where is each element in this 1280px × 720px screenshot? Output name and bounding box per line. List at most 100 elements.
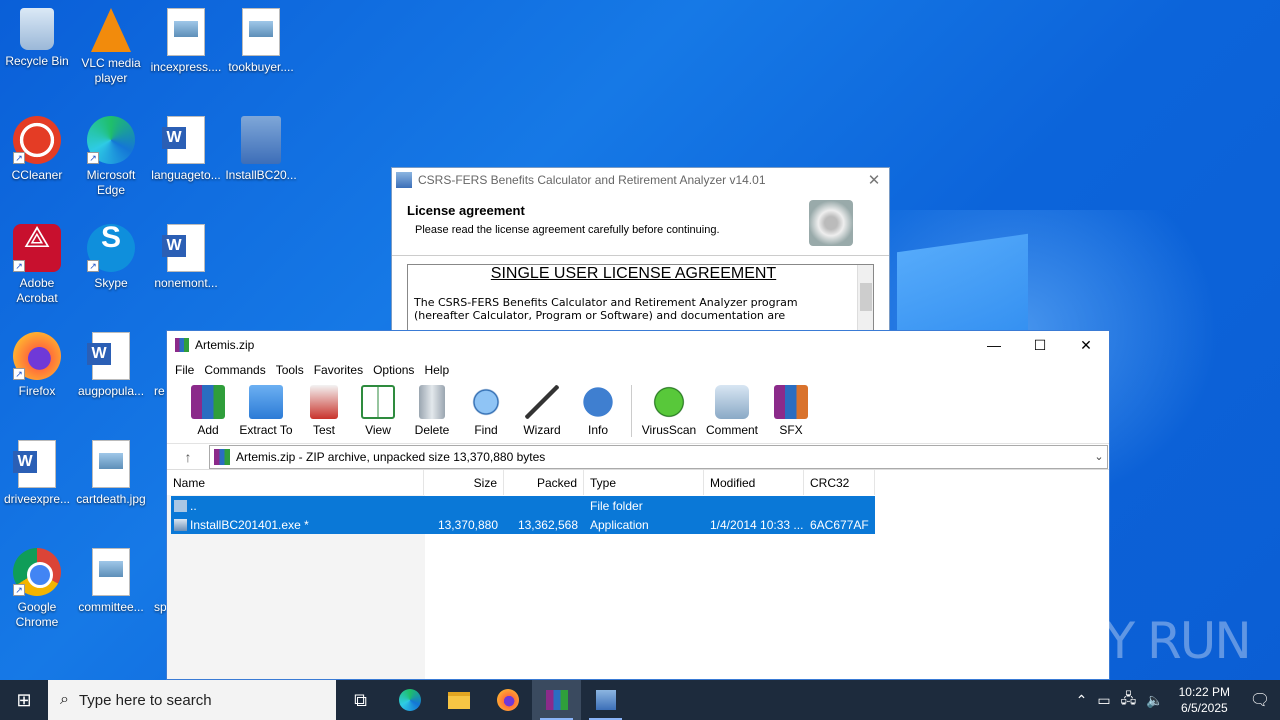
toolbar-label: Wizard	[523, 423, 561, 437]
taskbar: ⊞ ⌕ Type here to search ⧉ ⌃ ▭ 🖧 🔈 10:22 …	[0, 680, 1280, 720]
desktop-icon-acrobat[interactable]: ↗ Adobe Acrobat	[0, 224, 75, 306]
comment-icon	[715, 385, 749, 419]
menu-commands[interactable]: Commands	[199, 363, 270, 377]
menu-file[interactable]: File	[170, 363, 199, 377]
toolbar-label: Find	[474, 423, 498, 437]
column-crc32[interactable]: CRC32	[804, 470, 875, 495]
taskbar-clock[interactable]: 10:22 PM 6/5/2025	[1169, 684, 1240, 716]
file-list: Name Size Packed Type Modified CRC32 .. …	[167, 470, 1109, 679]
network-icon[interactable]: 🖧	[1116, 688, 1142, 712]
winrar-titlebar[interactable]: Artemis.zip — ☐ ✕	[167, 331, 1109, 359]
desktop-icon-augpopula[interactable]: augpopula...	[73, 332, 149, 399]
menu-help[interactable]: Help	[419, 363, 454, 377]
desktop-icon-re[interactable]: re	[148, 332, 166, 399]
desktop-icon-label: Google Chrome	[15, 600, 59, 629]
sfx-button[interactable]: SFX	[764, 385, 818, 443]
desktop-icon-chrome[interactable]: ↗ Google Chrome	[0, 548, 75, 630]
desktop-icon-nonemont[interactable]: nonemont...	[148, 224, 224, 291]
desktop-icon-edge[interactable]: ↗ Microsoft Edge	[73, 116, 149, 198]
desktop-icon-ccleaner[interactable]: ↗ CCleaner	[0, 116, 75, 183]
view-button[interactable]: View	[351, 385, 405, 443]
info-button[interactable]: Info	[571, 385, 625, 443]
volume-icon[interactable]: 🔈	[1141, 692, 1168, 709]
setup-subheading: Please read the license agreement carefu…	[415, 224, 720, 236]
desktop-icon-sp[interactable]: sp	[148, 548, 166, 615]
desktop-icon-label: re	[154, 384, 165, 398]
divider	[392, 255, 889, 256]
desktop-icon-recycle-bin[interactable]: Recycle Bin	[0, 8, 75, 69]
extract-to-button[interactable]: Extract To	[235, 385, 297, 443]
column-size[interactable]: Size	[424, 470, 504, 495]
desktop-icon-label: VLC media player	[81, 56, 141, 85]
chevron-up-icon[interactable]: ⌃	[1071, 692, 1093, 709]
desktop-icon-languageto[interactable]: languageto...	[148, 116, 224, 183]
desktop-icon-firefox[interactable]: ↗ Firefox	[0, 332, 75, 399]
add-button[interactable]: Add	[181, 385, 235, 443]
archive-icon	[214, 448, 230, 465]
exe-file-icon	[174, 518, 187, 531]
test-button[interactable]: Test	[297, 385, 351, 443]
minimize-icon[interactable]: —	[971, 337, 1017, 354]
wizard-button[interactable]: Wizard	[513, 385, 571, 443]
taskbar-search[interactable]: ⌕ Type here to search	[48, 680, 336, 720]
table-row[interactable]: .. File folder	[171, 496, 875, 515]
column-packed[interactable]: Packed	[504, 470, 584, 495]
close-icon[interactable]: ✕	[1063, 337, 1109, 354]
desktop-icon-tookbuyer[interactable]: tookbuyer....	[223, 8, 299, 75]
setup-header: License agreement Please read the licens…	[407, 203, 720, 236]
menu-options[interactable]: Options	[368, 363, 419, 377]
row-packed: 13,362,568	[517, 517, 578, 532]
desktop: Recycle Bin ↗ CCleaner ↗ Adobe Acrobat ↗…	[0, 0, 1280, 680]
desktop-icon-committee[interactable]: committee...	[73, 548, 149, 615]
comment-button[interactable]: Comment	[700, 385, 764, 443]
winrar-app-icon	[175, 338, 189, 352]
up-arrow-icon[interactable]: ↑	[167, 449, 209, 465]
menu-favorites[interactable]: Favorites	[309, 363, 368, 377]
taskbar-explorer-icon[interactable]	[434, 680, 483, 720]
desktop-icon-label: Microsoft Edge	[86, 168, 136, 197]
window-title: Artemis.zip	[195, 338, 255, 352]
taskbar-winrar-icon[interactable]	[532, 680, 581, 720]
desktop-icon-vlc[interactable]: VLC media player	[73, 8, 149, 86]
toolbar-label: Extract To	[239, 423, 293, 437]
find-button[interactable]: Find	[459, 385, 513, 443]
scrollbar-thumb[interactable]	[860, 283, 872, 311]
maximize-icon[interactable]: ☐	[1017, 337, 1063, 354]
chrome-icon: ↗	[13, 548, 61, 596]
taskbar-installer-icon[interactable]	[581, 680, 630, 720]
desktop-icon-label: Firefox	[18, 384, 56, 398]
desktop-icon-label: tookbuyer....	[228, 60, 294, 74]
desktop-icon-label: incexpress....	[150, 60, 222, 74]
taskbar-firefox-icon[interactable]	[483, 680, 532, 720]
desktop-icon-label: CCleaner	[11, 168, 63, 182]
desktop-icon-skype[interactable]: ↗ Skype	[73, 224, 149, 291]
desktop-icon-label: InstallBC20...	[225, 168, 297, 182]
taskbar-edge-icon[interactable]	[385, 680, 434, 720]
desktop-icon-incexpress[interactable]: incexpress....	[148, 8, 224, 75]
close-icon[interactable]: ✕	[859, 171, 889, 189]
notification-icon[interactable]: 🗨	[1240, 690, 1280, 710]
delete-button[interactable]: Delete	[405, 385, 459, 443]
archive-path-field[interactable]: Artemis.zip - ZIP archive, unpacked size…	[209, 444, 1108, 469]
task-view-icon[interactable]: ⧉	[336, 680, 385, 720]
table-row[interactable]: InstallBC201401.exe * 13,370,880 13,362,…	[171, 515, 875, 534]
desktop-icon-driveexpre[interactable]: driveexpre...	[0, 440, 75, 507]
desktop-icon-installbc[interactable]: InstallBC20...	[223, 116, 299, 183]
column-modified[interactable]: Modified	[704, 470, 804, 495]
column-name[interactable]: Name	[167, 470, 424, 495]
start-windows-icon[interactable]: ⊞	[0, 680, 48, 720]
chevron-down-icon[interactable]: ⌄	[1091, 450, 1107, 463]
anyrun-watermark: ANY RUN	[1037, 612, 1252, 670]
find-magnifier-icon	[469, 385, 503, 419]
menu-tools[interactable]: Tools	[271, 363, 309, 377]
devices-icon[interactable]: ▭	[1092, 692, 1115, 709]
toolbar-label: Test	[312, 423, 335, 437]
desktop-icon-cartdeath[interactable]: cartdeath.jpg	[73, 440, 149, 507]
column-type[interactable]: Type	[584, 470, 704, 495]
row-name: ..	[190, 498, 197, 513]
vlc-icon	[91, 8, 131, 52]
setup-titlebar[interactable]: CSRS-FERS Benefits Calculator and Retire…	[392, 168, 889, 191]
virusscan-button[interactable]: VirusScan	[638, 385, 700, 443]
word-doc-icon	[87, 332, 130, 380]
ccleaner-icon: ↗	[13, 116, 61, 164]
